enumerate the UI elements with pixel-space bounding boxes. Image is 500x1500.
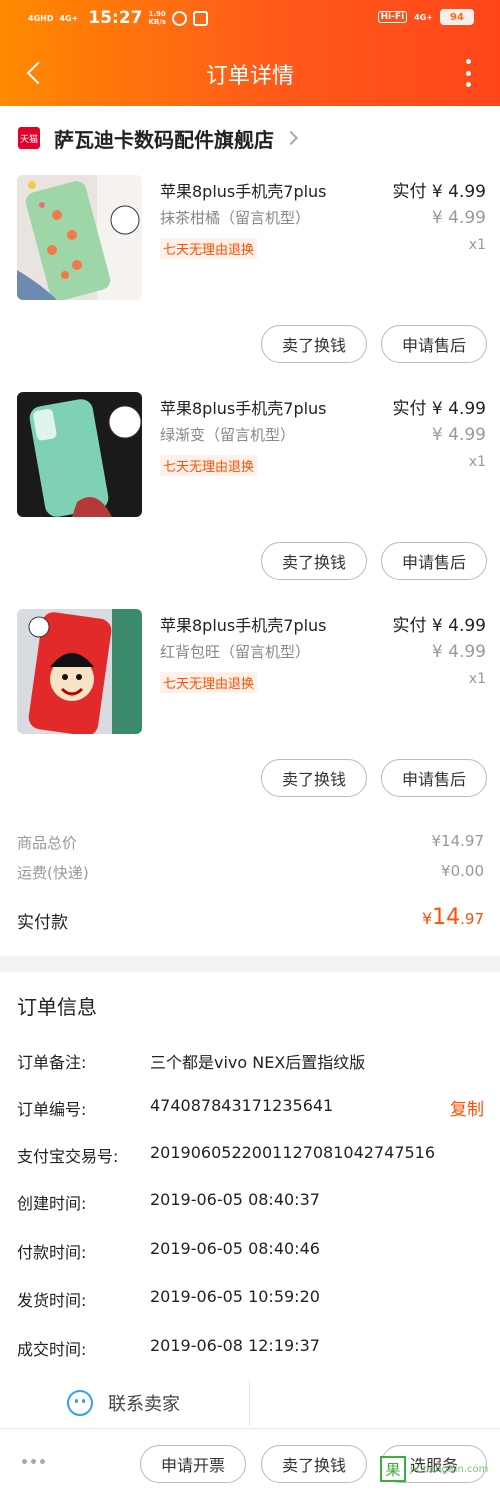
product-thumbnail[interactable] bbox=[17, 175, 142, 300]
shipping-label: 运费(快递) bbox=[17, 864, 89, 882]
alipay-trade-row: 支付宝交易号: 2019060522001127081042747516 bbox=[0, 1141, 500, 1167]
item-paid-price: 实付 ¥ 4.99 bbox=[392, 182, 486, 202]
item-original-price: ¥ 4.99 bbox=[431, 208, 486, 228]
more-options-button[interactable] bbox=[458, 57, 478, 89]
goods-total-row: 商品总价 ¥14.97 bbox=[0, 832, 500, 856]
info-value: 2019-06-05 08:40:46 bbox=[150, 1239, 320, 1258]
return-policy-badge: 七天无理由退换 bbox=[160, 672, 258, 693]
info-value: 三个都是vivo NEX后置指纹版 bbox=[150, 1053, 366, 1072]
item-variant: 红背包旺（留言机型） bbox=[160, 643, 311, 661]
sell-button[interactable]: 卖了换钱 bbox=[261, 542, 367, 580]
network-indicator-1: 4GHD bbox=[28, 14, 53, 23]
network-label: 4GHD bbox=[28, 13, 54, 23]
header: 4GHD 4G+ 15:27 1.90 KB/s Hi-Fi 4G+ 94 订单… bbox=[0, 0, 500, 106]
goods-total-value: ¥14.97 bbox=[431, 832, 485, 850]
order-item: 苹果8plus手机壳7plus 抹茶柑橘（留言机型） 七天无理由退换 实付 ¥ … bbox=[0, 175, 500, 375]
section-divider bbox=[0, 956, 500, 972]
item-variant: 抹茶柑橘（留言机型） bbox=[160, 209, 311, 227]
product-thumbnail[interactable] bbox=[17, 609, 142, 734]
shipped-time-row: 发货时间: 2019-06-05 10:59:20 bbox=[0, 1285, 500, 1311]
item-variant: 绿渐变（留言机型） bbox=[160, 426, 296, 444]
total-decimal: .97 bbox=[460, 910, 484, 928]
network-label: 4G+ bbox=[59, 13, 79, 23]
item-title[interactable]: 苹果8plus手机壳7plus bbox=[160, 395, 327, 419]
item-original-price: ¥ 4.99 bbox=[431, 425, 486, 445]
sell-button[interactable]: 卖了换钱 bbox=[261, 325, 367, 363]
shipping-row: 运费(快递) ¥0.00 bbox=[0, 862, 500, 886]
item-title[interactable]: 苹果8plus手机壳7plus bbox=[160, 612, 327, 636]
return-policy-badge: 七天无理由退换 bbox=[160, 238, 258, 259]
bottom-action-bar: 申请开票 卖了换钱 选服务 果 JiChengXin.com bbox=[0, 1428, 500, 1500]
flame-icon bbox=[171, 10, 187, 26]
contact-seller-label: 联系卖家 bbox=[108, 1394, 180, 1415]
copy-button[interactable]: 复制 bbox=[450, 1095, 484, 1120]
sell-button[interactable]: 卖了换钱 bbox=[261, 1445, 367, 1483]
after-sales-button[interactable]: 申请售后 bbox=[381, 542, 487, 580]
contact-seller-button[interactable]: 联系卖家 bbox=[0, 1380, 250, 1426]
paid-time-row: 付款时间: 2019-06-05 08:40:46 bbox=[0, 1237, 500, 1263]
battery-icon: 94 bbox=[440, 9, 474, 25]
goods-total-label: 商品总价 bbox=[17, 834, 78, 852]
hifi-icon: Hi-Fi bbox=[377, 11, 408, 23]
info-label: 付款时间: bbox=[17, 1243, 87, 1262]
store-name: 萨瓦迪卡数码配件旗舰店 bbox=[54, 127, 274, 152]
speed-unit: KB/s bbox=[148, 18, 166, 26]
network-indicator-2: 4G+ bbox=[59, 14, 78, 23]
shipping-value: ¥0.00 bbox=[441, 862, 484, 880]
item-paid-price: 实付 ¥ 4.99 bbox=[392, 399, 486, 419]
total-paid-row: 实付款 ¥14.97 bbox=[0, 905, 500, 935]
nav-bar: 订单详情 bbox=[0, 44, 500, 102]
watermark: 果 JiChengXin.com bbox=[380, 1439, 500, 1499]
item-paid-price: 实付 ¥ 4.99 bbox=[392, 616, 486, 636]
item-quantity: x1 bbox=[468, 237, 486, 253]
info-value: 2019-06-05 10:59:20 bbox=[150, 1287, 320, 1306]
currency-symbol: ¥ bbox=[421, 909, 433, 928]
tmall-icon: 天猫 bbox=[18, 127, 40, 149]
info-value: 2019-06-08 12:19:37 bbox=[150, 1336, 320, 1355]
request-invoice-button[interactable]: 申请开票 bbox=[140, 1445, 246, 1483]
return-policy-badge: 七天无理由退换 bbox=[160, 455, 258, 476]
info-label: 订单编号: bbox=[17, 1100, 87, 1119]
total-paid-value: ¥14.97 bbox=[422, 905, 484, 930]
after-sales-button[interactable]: 申请售后 bbox=[381, 759, 487, 797]
info-value: 2019060522001127081042747516 bbox=[150, 1143, 436, 1162]
info-label: 成交时间: bbox=[17, 1340, 87, 1359]
order-note-row: 订单备注: 三个都是vivo NEX后置指纹版 bbox=[0, 1047, 500, 1073]
order-number-row: 订单编号: 474087843171235641 复制 bbox=[0, 1094, 500, 1120]
product-thumbnail[interactable] bbox=[17, 392, 142, 517]
total-integer: 14 bbox=[432, 905, 461, 930]
completed-time-row: 成交时间: 2019-06-08 12:19:37 bbox=[0, 1334, 500, 1360]
info-label: 订单备注: bbox=[17, 1053, 87, 1072]
info-value: 2019-06-05 08:40:37 bbox=[150, 1190, 320, 1209]
status-bar: 4GHD 4G+ 15:27 1.90 KB/s Hi-Fi 4G+ 94 bbox=[0, 0, 500, 38]
info-value: 474087843171235641 bbox=[150, 1096, 334, 1115]
order-item: 苹果8plus手机壳7plus 红背包旺（留言机型） 七天无理由退换 实付 ¥ … bbox=[0, 609, 500, 809]
chevron-right-icon bbox=[283, 130, 299, 146]
order-item: 苹果8plus手机壳7plus 绿渐变（留言机型） 七天无理由退换 实付 ¥ 4… bbox=[0, 392, 500, 592]
after-sales-button[interactable]: 申请售后 bbox=[381, 325, 487, 363]
created-time-row: 创建时间: 2019-06-05 08:40:37 bbox=[0, 1188, 500, 1214]
more-actions-icon[interactable] bbox=[22, 1459, 45, 1464]
item-quantity: x1 bbox=[468, 454, 486, 470]
info-label: 发货时间: bbox=[17, 1291, 87, 1310]
item-quantity: x1 bbox=[468, 671, 486, 687]
watermark-text: JiChengXin.com bbox=[410, 1463, 489, 1475]
info-label: 创建时间: bbox=[17, 1194, 87, 1213]
item-original-price: ¥ 4.99 bbox=[431, 642, 486, 662]
clock: 15:27 bbox=[88, 8, 143, 28]
network-indicator-3: 4G+ bbox=[414, 12, 433, 22]
order-info-title: 订单信息 bbox=[17, 995, 97, 1019]
page-title: 订单详情 bbox=[205, 64, 294, 89]
app-notification-icon bbox=[192, 10, 208, 26]
total-paid-label: 实付款 bbox=[17, 913, 68, 933]
info-label: 支付宝交易号: bbox=[17, 1147, 119, 1166]
sell-button[interactable]: 卖了换钱 bbox=[261, 759, 367, 797]
watermark-logo: 果 bbox=[380, 1456, 406, 1482]
speed-value: 1.90 bbox=[148, 10, 166, 18]
item-title[interactable]: 苹果8plus手机壳7plus bbox=[160, 178, 327, 202]
store-link[interactable]: 天猫 萨瓦迪卡数码配件旗舰店 bbox=[0, 118, 500, 158]
chat-icon bbox=[67, 1390, 93, 1416]
network-speed: 1.90 KB/s bbox=[148, 10, 165, 26]
